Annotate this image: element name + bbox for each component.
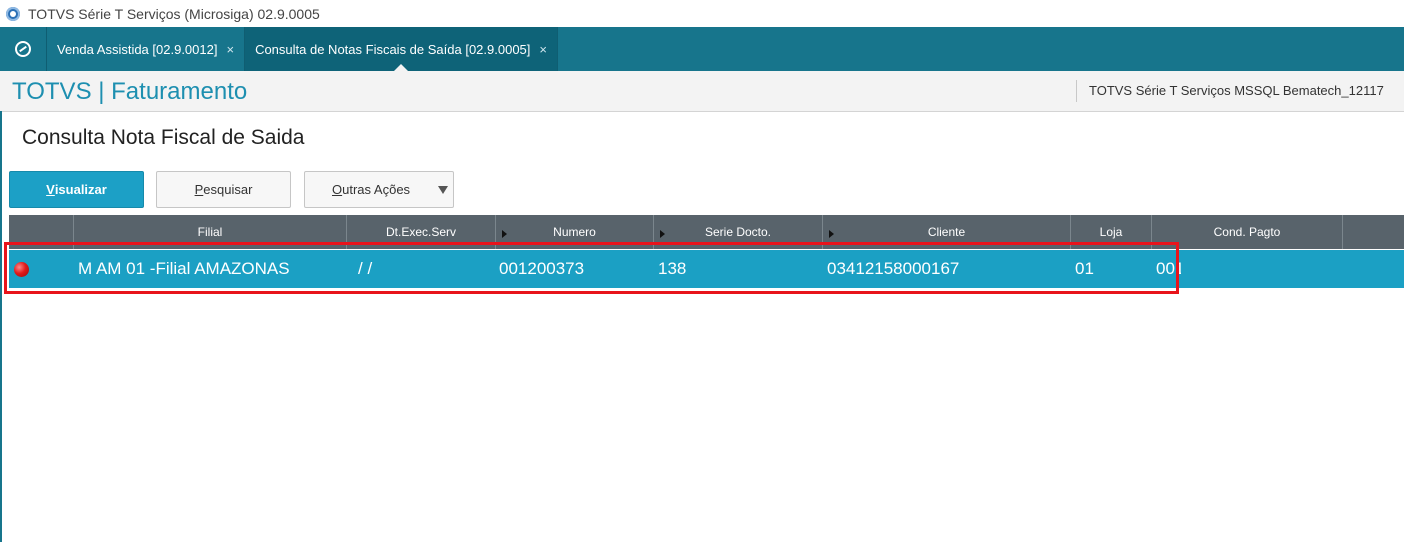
tab-label: Venda Assistida [02.9.0012]	[57, 41, 218, 57]
visualizar-accesskey: V	[46, 182, 55, 197]
column-header-serie-docto[interactable]: Serie Docto.	[654, 215, 823, 249]
tab-bar: Venda Assistida [02.9.0012] × Consulta d…	[0, 27, 1404, 71]
cell-numero: 001200373	[499, 259, 585, 278]
sort-arrow-icon	[829, 230, 834, 238]
visualizar-label: isualizar	[54, 182, 107, 197]
column-header-label: Cliente	[927, 225, 966, 239]
column-header-label: Numero	[553, 225, 596, 239]
page-title: Consulta Nota Fiscal de Saida	[22, 126, 305, 149]
cell-cliente: 03412158000167	[827, 259, 960, 278]
sort-arrow-icon	[502, 230, 507, 238]
column-header-filial[interactable]: Filial	[74, 215, 347, 249]
app-logo-icon	[6, 6, 20, 21]
close-icon[interactable]: ×	[539, 42, 547, 57]
cell-loja: 01	[1075, 259, 1094, 278]
column-header-loja[interactable]: Loja	[1071, 215, 1152, 249]
home-icon	[15, 41, 31, 57]
window-title: TOTVS Série T Serviços (Microsiga) 02.9.…	[28, 5, 320, 22]
outras-acoes-button[interactable]: Outras Ações	[304, 171, 454, 208]
tab-venda-assistida[interactable]: Venda Assistida [02.9.0012] ×	[47, 27, 246, 71]
environment-label: TOTVS Série T Serviços MSSQL Bematech_12…	[1076, 80, 1384, 102]
tab-consulta-notas-fiscais[interactable]: Consulta de Notas Fiscais de Saída [02.9…	[245, 27, 558, 71]
table-row[interactable]: M AM 01 -Filial AMAZONAS / / 001200373 1…	[9, 250, 1404, 288]
sort-arrow-icon	[660, 230, 665, 238]
window-title-bar: TOTVS Série T Serviços (Microsiga) 02.9.…	[0, 0, 1404, 27]
close-icon[interactable]: ×	[226, 42, 234, 57]
column-header-numero[interactable]: Numero	[496, 215, 654, 249]
pesquisar-label: esquisar	[203, 182, 253, 197]
pesquisar-accesskey: P	[194, 182, 204, 197]
cell-serie: 138	[658, 259, 687, 278]
cell-filial: M AM 01 -Filial AMAZONAS	[78, 259, 290, 278]
column-header-dt-exec-serv[interactable]: Dt.Exec.Serv	[347, 215, 496, 249]
pesquisar-button[interactable]: Pesquisar	[156, 171, 291, 208]
chevron-down-icon	[438, 186, 448, 194]
module-header: TOTVS | Faturamento TOTVS Série T Serviç…	[0, 71, 1404, 112]
tab-label: Consulta de Notas Fiscais de Saída [02.9…	[255, 41, 531, 57]
module-title: TOTVS | Faturamento	[12, 78, 248, 105]
column-header-cliente[interactable]: Cliente	[823, 215, 1071, 249]
visualizar-button[interactable]: Visualizar	[9, 171, 144, 208]
status-red-icon	[14, 262, 29, 277]
left-accent-line	[0, 111, 2, 542]
grid-header: Filial Dt.Exec.Serv Numero Serie Docto. …	[9, 215, 1404, 249]
column-header-label: Loja	[1099, 225, 1123, 239]
cell-dt-exec-serv: / /	[358, 259, 373, 278]
column-header-status[interactable]	[9, 215, 74, 249]
column-header-label: Filial	[197, 225, 223, 239]
column-header-label: Dt.Exec.Serv	[385, 225, 457, 239]
cell-cond-pagto: 001	[1156, 259, 1181, 278]
column-header-label: Cond. Pagto	[1213, 225, 1281, 239]
outras-acoes-accesskey: O	[332, 182, 343, 197]
outras-acoes-label: utras Ações	[342, 182, 411, 197]
home-button[interactable]	[0, 27, 47, 71]
column-header-label: Serie Docto.	[704, 225, 772, 239]
column-header-cond-pagto[interactable]: Cond. Pagto	[1152, 215, 1343, 249]
